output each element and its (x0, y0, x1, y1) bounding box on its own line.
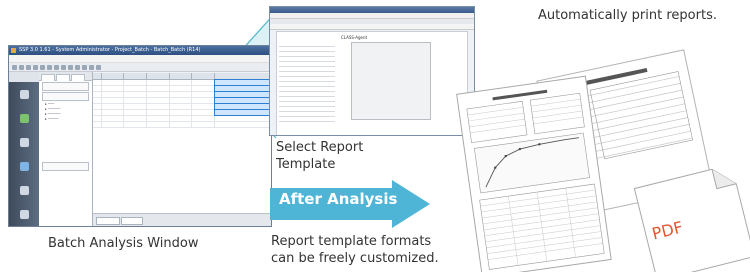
comment-field[interactable] (42, 162, 89, 171)
settings-tabs (39, 72, 92, 81)
paste-icon[interactable] (54, 64, 59, 70)
sheet-tabs (93, 213, 271, 226)
app-icon (11, 48, 16, 53)
tab-2[interactable] (56, 74, 70, 81)
grid-icon[interactable] (82, 64, 87, 70)
window-title-bar: SSP 3.0 1.61 - System Administrator - Pr… (9, 46, 271, 55)
caption-customize-line1: Report template formats (271, 234, 432, 249)
table-row[interactable] (93, 122, 271, 128)
zoom-icon[interactable] (75, 64, 80, 70)
assistant-bar-header (9, 72, 39, 82)
file-tree-item[interactable]: ▸ ───── (39, 117, 92, 122)
template-cell-selected[interactable] (213, 79, 271, 86)
template-cell-selected[interactable] (213, 97, 271, 104)
assistant-item-analysis[interactable] (9, 106, 39, 130)
save-icon[interactable] (26, 64, 31, 70)
ruler (270, 24, 474, 30)
assistant-item-data[interactable] (9, 82, 39, 106)
tab-1[interactable] (41, 74, 55, 81)
template-page: CLASS-Agent (276, 31, 468, 135)
printed-reports (456, 49, 750, 272)
settings-icon[interactable] (89, 64, 94, 70)
template-table (279, 42, 335, 122)
process-icon (19, 161, 29, 171)
sheet-tab-1[interactable] (96, 217, 120, 225)
caption-print-reports: Automatically print reports. (538, 8, 717, 23)
toolbar (9, 63, 271, 72)
copy-icon[interactable] (47, 64, 52, 70)
menu-bar[interactable] (9, 55, 271, 63)
caption-select-template-line2: Template (276, 157, 336, 172)
caption-customize: Report template formats can be freely cu… (271, 233, 439, 267)
redo-icon[interactable] (68, 64, 73, 70)
report-template-window: CLASS-Agent (269, 6, 475, 136)
caption-select-template-line1: Select Report (276, 140, 364, 155)
table-header (93, 73, 271, 80)
cut-icon[interactable] (40, 64, 45, 70)
template-cell-selected[interactable] (213, 109, 271, 116)
report-icon (19, 137, 29, 147)
print-icon[interactable] (33, 64, 38, 70)
setting-field-1[interactable] (42, 82, 89, 91)
setting-field-2[interactable] (42, 92, 89, 101)
batch-settings-panel: ▸ ─── ▸ ────── ▸ ────── ▸ ───── (39, 72, 93, 226)
assistant-item-exit[interactable] (9, 202, 39, 226)
report-page-main (456, 75, 612, 272)
batch-table (93, 73, 271, 213)
batch-analysis-window: SSP 3.0 1.61 - System Administrator - Pr… (8, 45, 272, 227)
help-icon[interactable] (96, 64, 101, 70)
assistant-item-tools[interactable] (9, 178, 39, 202)
template-chart-area[interactable] (351, 42, 431, 120)
open-icon[interactable] (19, 64, 24, 70)
template-cell-selected[interactable] (213, 91, 271, 98)
data-icon (19, 89, 29, 99)
assistant-item-process[interactable] (9, 154, 39, 178)
analysis-icon (19, 113, 29, 123)
window-title: SSP 3.0 1.61 - System Administrator - Pr… (19, 47, 201, 53)
after-analysis-label: After Analysis (279, 190, 398, 208)
template-page-title: CLASS-Agent (341, 35, 368, 40)
caption-batch-window: Batch Analysis Window (48, 236, 199, 251)
tab-3[interactable] (71, 74, 85, 81)
template-cell-selected[interactable] (213, 103, 271, 110)
template-cell-selected[interactable] (213, 85, 271, 92)
exit-icon (19, 209, 29, 219)
new-icon[interactable] (12, 64, 17, 70)
assistant-bar (9, 72, 39, 226)
undo-icon[interactable] (61, 64, 66, 70)
assistant-item-report[interactable] (9, 130, 39, 154)
caption-select-template: Select Report Template (276, 139, 363, 173)
caption-customize-line2: can be freely customized. (271, 251, 439, 266)
tools-icon (19, 185, 29, 195)
sheet-tab-2[interactable] (121, 217, 143, 225)
